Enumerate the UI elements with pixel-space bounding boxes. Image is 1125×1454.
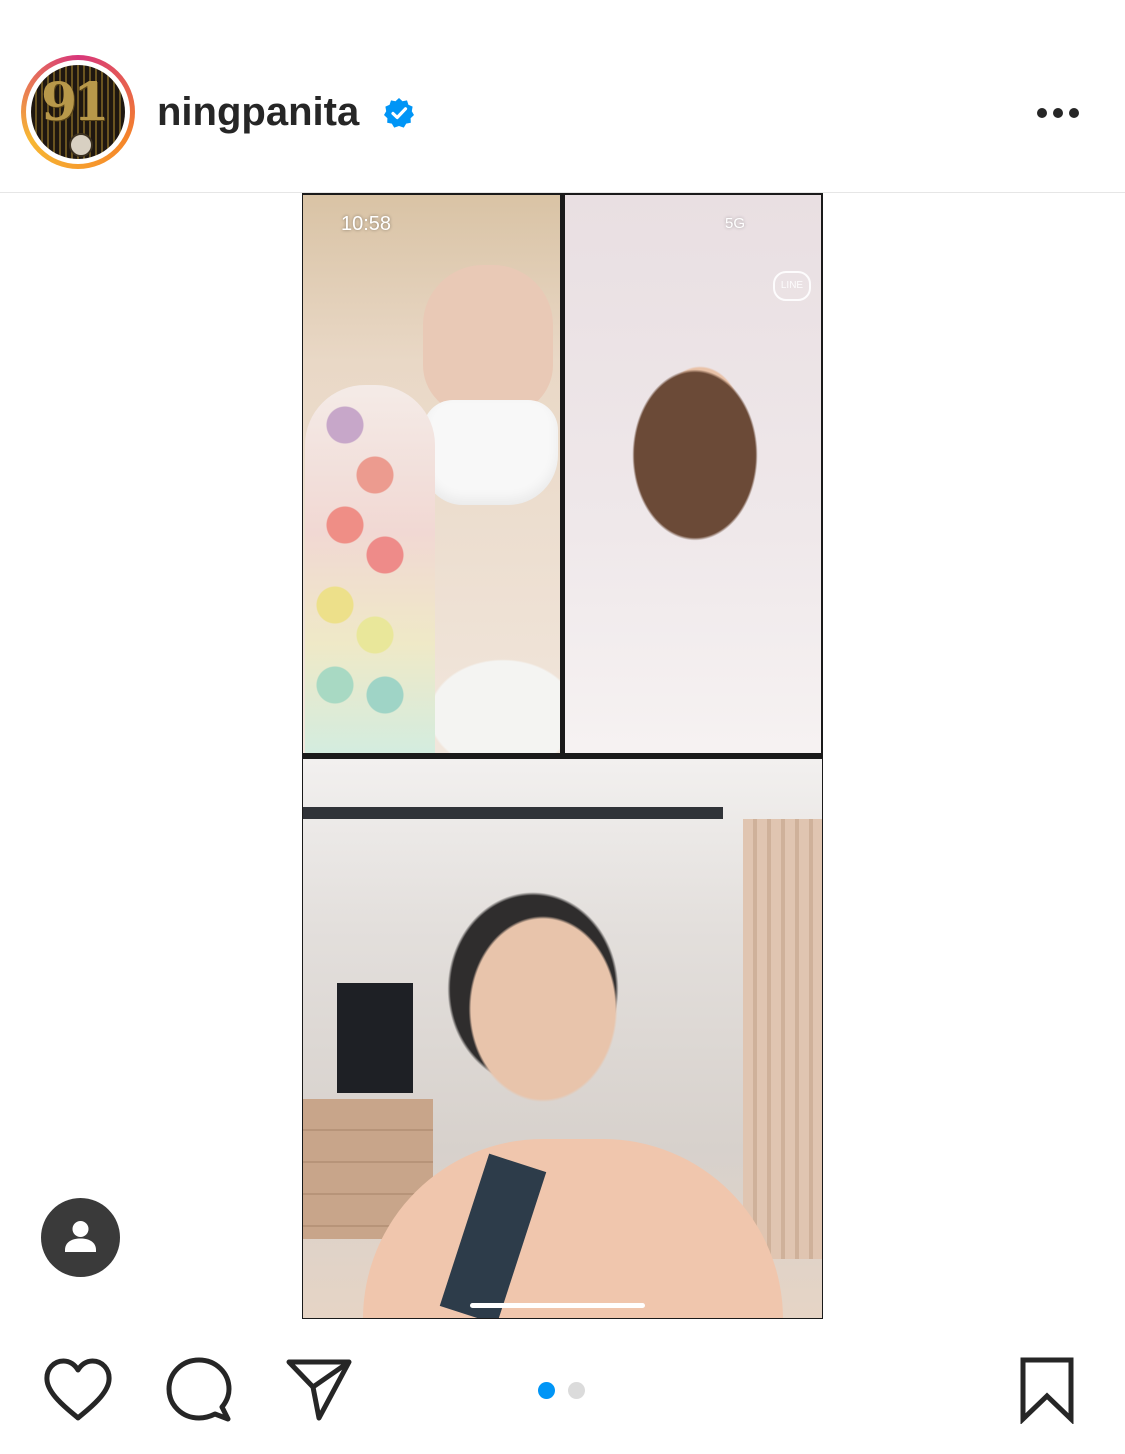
carousel-indicator	[538, 1382, 588, 1400]
post-image[interactable]: 10:58 5G LINE	[302, 193, 823, 1319]
photo-tv	[337, 983, 413, 1093]
avatar-border: 91	[26, 60, 130, 164]
line-app-badge: LINE	[773, 271, 811, 301]
photo-face-mask	[423, 400, 558, 505]
avatar-logo-text: 91	[41, 72, 109, 133]
home-indicator	[470, 1303, 645, 1308]
bookmark-icon[interactable]	[1017, 1356, 1077, 1424]
photo-curtain	[743, 819, 822, 1259]
user-icon	[65, 1221, 96, 1252]
comment-icon[interactable]	[165, 1356, 233, 1424]
heart-icon[interactable]	[42, 1356, 114, 1424]
username[interactable]: ningpanita	[157, 88, 359, 136]
send-icon[interactable]	[285, 1356, 353, 1422]
instagram-post-view: 91 ningpanita 10:58 5G LINE	[0, 0, 1125, 1454]
carousel-dot-active	[538, 1382, 555, 1399]
photo-ceiling-beam	[303, 807, 723, 819]
collage-photo-masked-woman: 10:58	[303, 195, 560, 753]
avatar[interactable]: 91	[31, 65, 125, 159]
photo-face	[423, 265, 553, 415]
story-ring[interactable]: 91	[21, 55, 135, 169]
post-header: 91 ningpanita	[0, 0, 1125, 193]
collage-photo-video-call	[303, 759, 822, 1318]
photo-macaron-tower	[305, 385, 435, 753]
phone-status-network: 5G	[725, 215, 746, 232]
verified-badge-icon	[384, 98, 414, 128]
carousel-dot	[568, 1382, 585, 1399]
tagged-users-button[interactable]	[41, 1198, 120, 1277]
phone-status-time: 10:58	[341, 213, 392, 235]
more-options-icon[interactable]	[1030, 98, 1086, 128]
avatar-small-portrait	[69, 133, 93, 157]
collage-photo-smiling-woman: 5G LINE	[565, 195, 821, 753]
